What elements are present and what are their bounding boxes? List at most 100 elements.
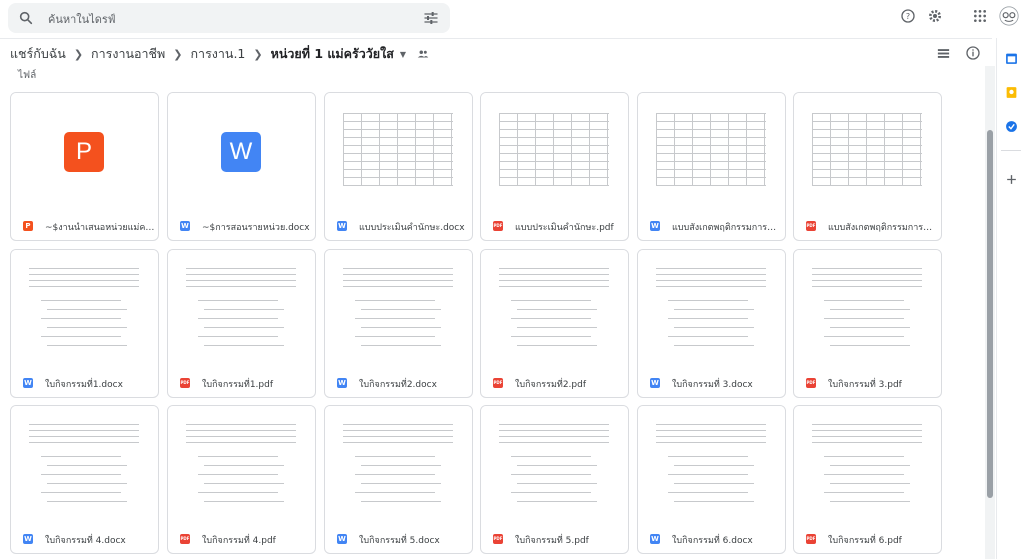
file-card[interactable]: PDF แบบสังเกตพฤติกรรมการทำงา... (793, 92, 942, 241)
file-card-footer[interactable]: W ใบกิจกรรมที่1.docx (11, 367, 158, 397)
file-card[interactable]: PDF ใบกิจกรรมที่ 5.pdf (480, 405, 629, 554)
file-card[interactable]: PDF ใบกิจกรรมที่ 3.pdf (793, 249, 942, 398)
search-options-icon[interactable] (423, 10, 439, 26)
file-name[interactable]: ใบกิจกรรมที่ 5.docx (359, 533, 469, 547)
file-card[interactable]: W ใบกิจกรรมที่2.docx (324, 249, 473, 398)
file-name[interactable]: ~$งานนำเสนอหน่วยแม่ครัววัย... (45, 220, 155, 234)
file-name[interactable]: ใบกิจกรรมที่ 5.pdf (515, 533, 625, 547)
file-card[interactable]: W ใบกิจกรรมที่1.docx (10, 249, 159, 398)
file-card-footer[interactable]: PDF ใบกิจกรรมที่ 3.pdf (794, 367, 941, 397)
file-card-footer[interactable]: PDF ใบกิจกรรมที่ 6.pdf (794, 523, 941, 553)
calendar-icon[interactable] (1005, 50, 1018, 69)
search-bar[interactable]: ค้นหาในไดรฟ์ (8, 3, 450, 33)
file-name[interactable]: แบบสังเกตพฤติกรรมการทำงา... (672, 220, 782, 234)
file-name[interactable]: แบบประเมินคำนักษะ.docx (359, 220, 469, 234)
account-avatar-icon[interactable] (999, 6, 1019, 26)
file-card-footer[interactable]: PDF ใบกิจกรรมที่ 4.pdf (168, 523, 315, 553)
add-addon-plus-icon[interactable] (1005, 171, 1018, 190)
file-thumbnail[interactable] (794, 406, 941, 520)
file-card-footer[interactable]: W ใบกิจกรรมที่ 6.docx (638, 523, 785, 553)
file-card[interactable]: PDF ใบกิจกรรมที่ 6.pdf (793, 405, 942, 554)
file-thumbnail[interactable] (11, 250, 158, 364)
file-name[interactable]: ~$การสอนรายหน่วย.docx (202, 220, 312, 234)
file-name[interactable]: แบบสังเกตพฤติกรรมการทำงา... (828, 220, 938, 234)
file-card[interactable]: PDF ใบกิจกรรมที่1.pdf (167, 249, 316, 398)
file-thumbnail[interactable] (168, 406, 315, 520)
breadcrumb-item-shared[interactable]: แชร์กับฉัน (10, 44, 66, 64)
file-card-footer[interactable]: PDF ใบกิจกรรมที่2.pdf (481, 367, 628, 397)
file-name[interactable]: ใบกิจกรรมที่2.docx (359, 377, 469, 391)
top-bar: ค้นหาในไดรฟ์ ? (0, 0, 1024, 38)
preview-line (511, 492, 591, 493)
file-card-footer[interactable]: P ~$งานนำเสนอหน่วยแม่ครัววัย... (11, 210, 158, 240)
file-name[interactable]: แบบประเมินคำนักษะ.pdf (515, 220, 625, 234)
file-card[interactable]: W แบบประเมินคำนักษะ.docx (324, 92, 473, 241)
tasks-icon[interactable] (1005, 118, 1018, 137)
file-thumbnail[interactable] (325, 93, 472, 207)
search-icon[interactable] (18, 10, 34, 26)
file-card-footer[interactable]: W ใบกิจกรรมที่2.docx (325, 367, 472, 397)
file-thumbnail[interactable] (638, 250, 785, 364)
file-card-footer[interactable]: W ใบกิจกรรมที่ 4.docx (11, 523, 158, 553)
file-thumbnail[interactable] (325, 406, 472, 520)
search-input[interactable]: ค้นหาในไดรฟ์ (48, 10, 116, 28)
file-card[interactable]: W ใบกิจกรรมที่ 6.docx (637, 405, 786, 554)
file-card[interactable]: W ใบกิจกรรมที่ 5.docx (324, 405, 473, 554)
file-card[interactable]: PDF ใบกิจกรรมที่ 4.pdf (167, 405, 316, 554)
preview-line (47, 483, 127, 484)
file-card-footer[interactable]: PDF ใบกิจกรรมที่ 5.pdf (481, 523, 628, 553)
file-name[interactable]: ใบกิจกรรมที่ 4.docx (45, 533, 155, 547)
file-card-footer[interactable]: W ใบกิจกรรมที่ 3.docx (638, 367, 785, 397)
file-card[interactable]: W W ~$การสอนรายหน่วย.docx (167, 92, 316, 241)
file-card-footer[interactable]: PDF แบบสังเกตพฤติกรรมการทำงา... (794, 210, 941, 240)
file-thumbnail[interactable] (481, 250, 628, 364)
file-thumbnail[interactable] (794, 93, 941, 207)
file-thumbnail[interactable] (638, 406, 785, 520)
preview-line (343, 268, 453, 269)
breadcrumb-current-folder[interactable]: หน่วยที่ 1 แม่ครัววัยใส (271, 44, 394, 64)
file-thumbnail[interactable]: W (168, 93, 315, 207)
file-thumbnail[interactable]: P (11, 93, 158, 207)
info-icon[interactable] (965, 45, 981, 61)
file-card[interactable]: W แบบสังเกตพฤติกรรมการทำงา... (637, 92, 786, 241)
apps-grid-icon[interactable] (972, 8, 988, 24)
file-card[interactable]: W ใบกิจกรรมที่ 3.docx (637, 249, 786, 398)
keep-icon[interactable] (1005, 84, 1018, 103)
file-name[interactable]: ใบกิจกรรมที่ 3.docx (672, 377, 782, 391)
preview-line (499, 121, 609, 122)
breadcrumb-item-work1[interactable]: การงาน.1 (190, 44, 245, 64)
file-thumbnail[interactable] (794, 250, 941, 364)
file-card[interactable]: PDF ใบกิจกรรมที่2.pdf (480, 249, 629, 398)
file-thumbnail[interactable] (168, 250, 315, 364)
preview-line (499, 169, 609, 170)
file-card-footer[interactable]: W แบบประเมินคำนักษะ.docx (325, 210, 472, 240)
file-card-footer[interactable]: PDF แบบประเมินคำนักษะ.pdf (481, 210, 628, 240)
folder-menu-dropdown-icon[interactable]: ▼ (400, 50, 406, 59)
file-thumbnail[interactable] (11, 406, 158, 520)
file-card-footer[interactable]: W แบบสังเกตพฤติกรรมการทำงา... (638, 210, 785, 240)
list-view-icon[interactable] (936, 46, 951, 61)
file-card-footer[interactable]: PDF ใบกิจกรรมที่1.pdf (168, 367, 315, 397)
file-card[interactable]: PDF แบบประเมินคำนักษะ.pdf (480, 92, 629, 241)
file-card[interactable]: W ใบกิจกรรมที่ 4.docx (10, 405, 159, 554)
file-card-footer[interactable]: W ~$การสอนรายหน่วย.docx (168, 210, 315, 240)
file-thumbnail[interactable] (481, 93, 628, 207)
scrollbar-thumb[interactable] (987, 130, 993, 498)
file-name[interactable]: ใบกิจกรรมที่ 4.pdf (202, 533, 312, 547)
file-name[interactable]: ใบกิจกรรมที่2.pdf (515, 377, 625, 391)
file-card-footer[interactable]: W ใบกิจกรรมที่ 5.docx (325, 523, 472, 553)
file-name[interactable]: ใบกิจกรรมที่ 3.pdf (828, 377, 938, 391)
file-thumbnail[interactable] (325, 250, 472, 364)
file-name[interactable]: ใบกิจกรรมที่ 6.docx (672, 533, 782, 547)
settings-gear-icon[interactable] (927, 8, 943, 24)
file-name[interactable]: ใบกิจกรรมที่1.pdf (202, 377, 312, 391)
file-thumbnail[interactable] (638, 93, 785, 207)
preview-line (902, 113, 903, 185)
help-icon[interactable]: ? (900, 8, 916, 24)
file-card[interactable]: P P ~$งานนำเสนอหน่วยแม่ครัววัย... (10, 92, 159, 241)
preview-line (824, 300, 904, 301)
breadcrumb-item-career[interactable]: การงานอาชีพ (91, 44, 165, 64)
file-thumbnail[interactable] (481, 406, 628, 520)
file-name[interactable]: ใบกิจกรรมที่ 6.pdf (828, 533, 938, 547)
file-name[interactable]: ใบกิจกรรมที่1.docx (45, 377, 155, 391)
